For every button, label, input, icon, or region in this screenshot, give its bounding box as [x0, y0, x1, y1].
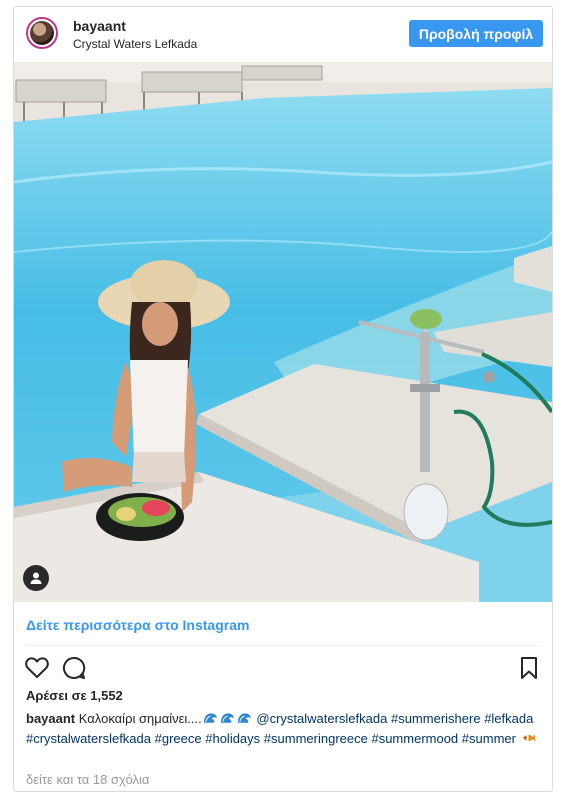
wave-emoji-icon: [203, 713, 217, 723]
username[interactable]: bayaant: [73, 18, 126, 34]
view-all-comments-link[interactable]: δείτε και τα 18 σχόλια: [26, 772, 149, 787]
caption-text: Καλοκαίρι σημαίνει....: [78, 711, 202, 726]
post-photo[interactable]: [14, 62, 552, 602]
avatar-image: [30, 21, 54, 45]
see-more-on-instagram-link[interactable]: Δείτε περισσότερα στο Instagram: [26, 617, 249, 633]
avatar[interactable]: [26, 17, 58, 49]
likes-count[interactable]: Αρέσει σε 1,552: [26, 688, 123, 703]
user-tag-icon: [30, 572, 42, 584]
caption-hashtag[interactable]: #summermood: [371, 731, 458, 746]
tropical-fish-emoji-icon: [522, 734, 535, 742]
divider: [26, 645, 540, 646]
caption-hashtag[interactable]: #summerishere: [391, 711, 481, 726]
caption-hashtag[interactable]: #greece: [155, 731, 202, 746]
post-caption: bayaant Καλοκαίρι σημαίνει.... @crystalw…: [26, 709, 546, 749]
caption-hashtag[interactable]: #summeringreece: [264, 731, 368, 746]
caption-hashtag[interactable]: #crystalwaterslefkada: [26, 731, 151, 746]
instagram-embed-card: bayaant Crystal Waters Lefkada Προβολή π…: [13, 6, 553, 792]
caption-mention[interactable]: @crystalwaterslefkada: [256, 711, 387, 726]
photo-illustration: [14, 62, 552, 602]
caption-hashtag[interactable]: #lefkada: [484, 711, 533, 726]
comment-icon[interactable]: [61, 655, 87, 681]
post-header: bayaant Crystal Waters Lefkada Προβολή π…: [14, 7, 552, 62]
heart-icon[interactable]: [24, 655, 50, 681]
location[interactable]: Crystal Waters Lefkada: [73, 37, 197, 51]
view-profile-button[interactable]: Προβολή προφίλ: [409, 20, 543, 47]
caption-username[interactable]: bayaant: [26, 711, 75, 726]
caption-hashtag[interactable]: #summer: [462, 731, 516, 746]
wave-emoji-icon: [220, 713, 234, 723]
action-bar: [14, 655, 552, 685]
caption-hashtag[interactable]: #holidays: [205, 731, 260, 746]
bookmark-icon[interactable]: [516, 655, 542, 681]
tagged-users-button[interactable]: [23, 565, 49, 591]
wave-emoji-icon: [237, 713, 251, 723]
